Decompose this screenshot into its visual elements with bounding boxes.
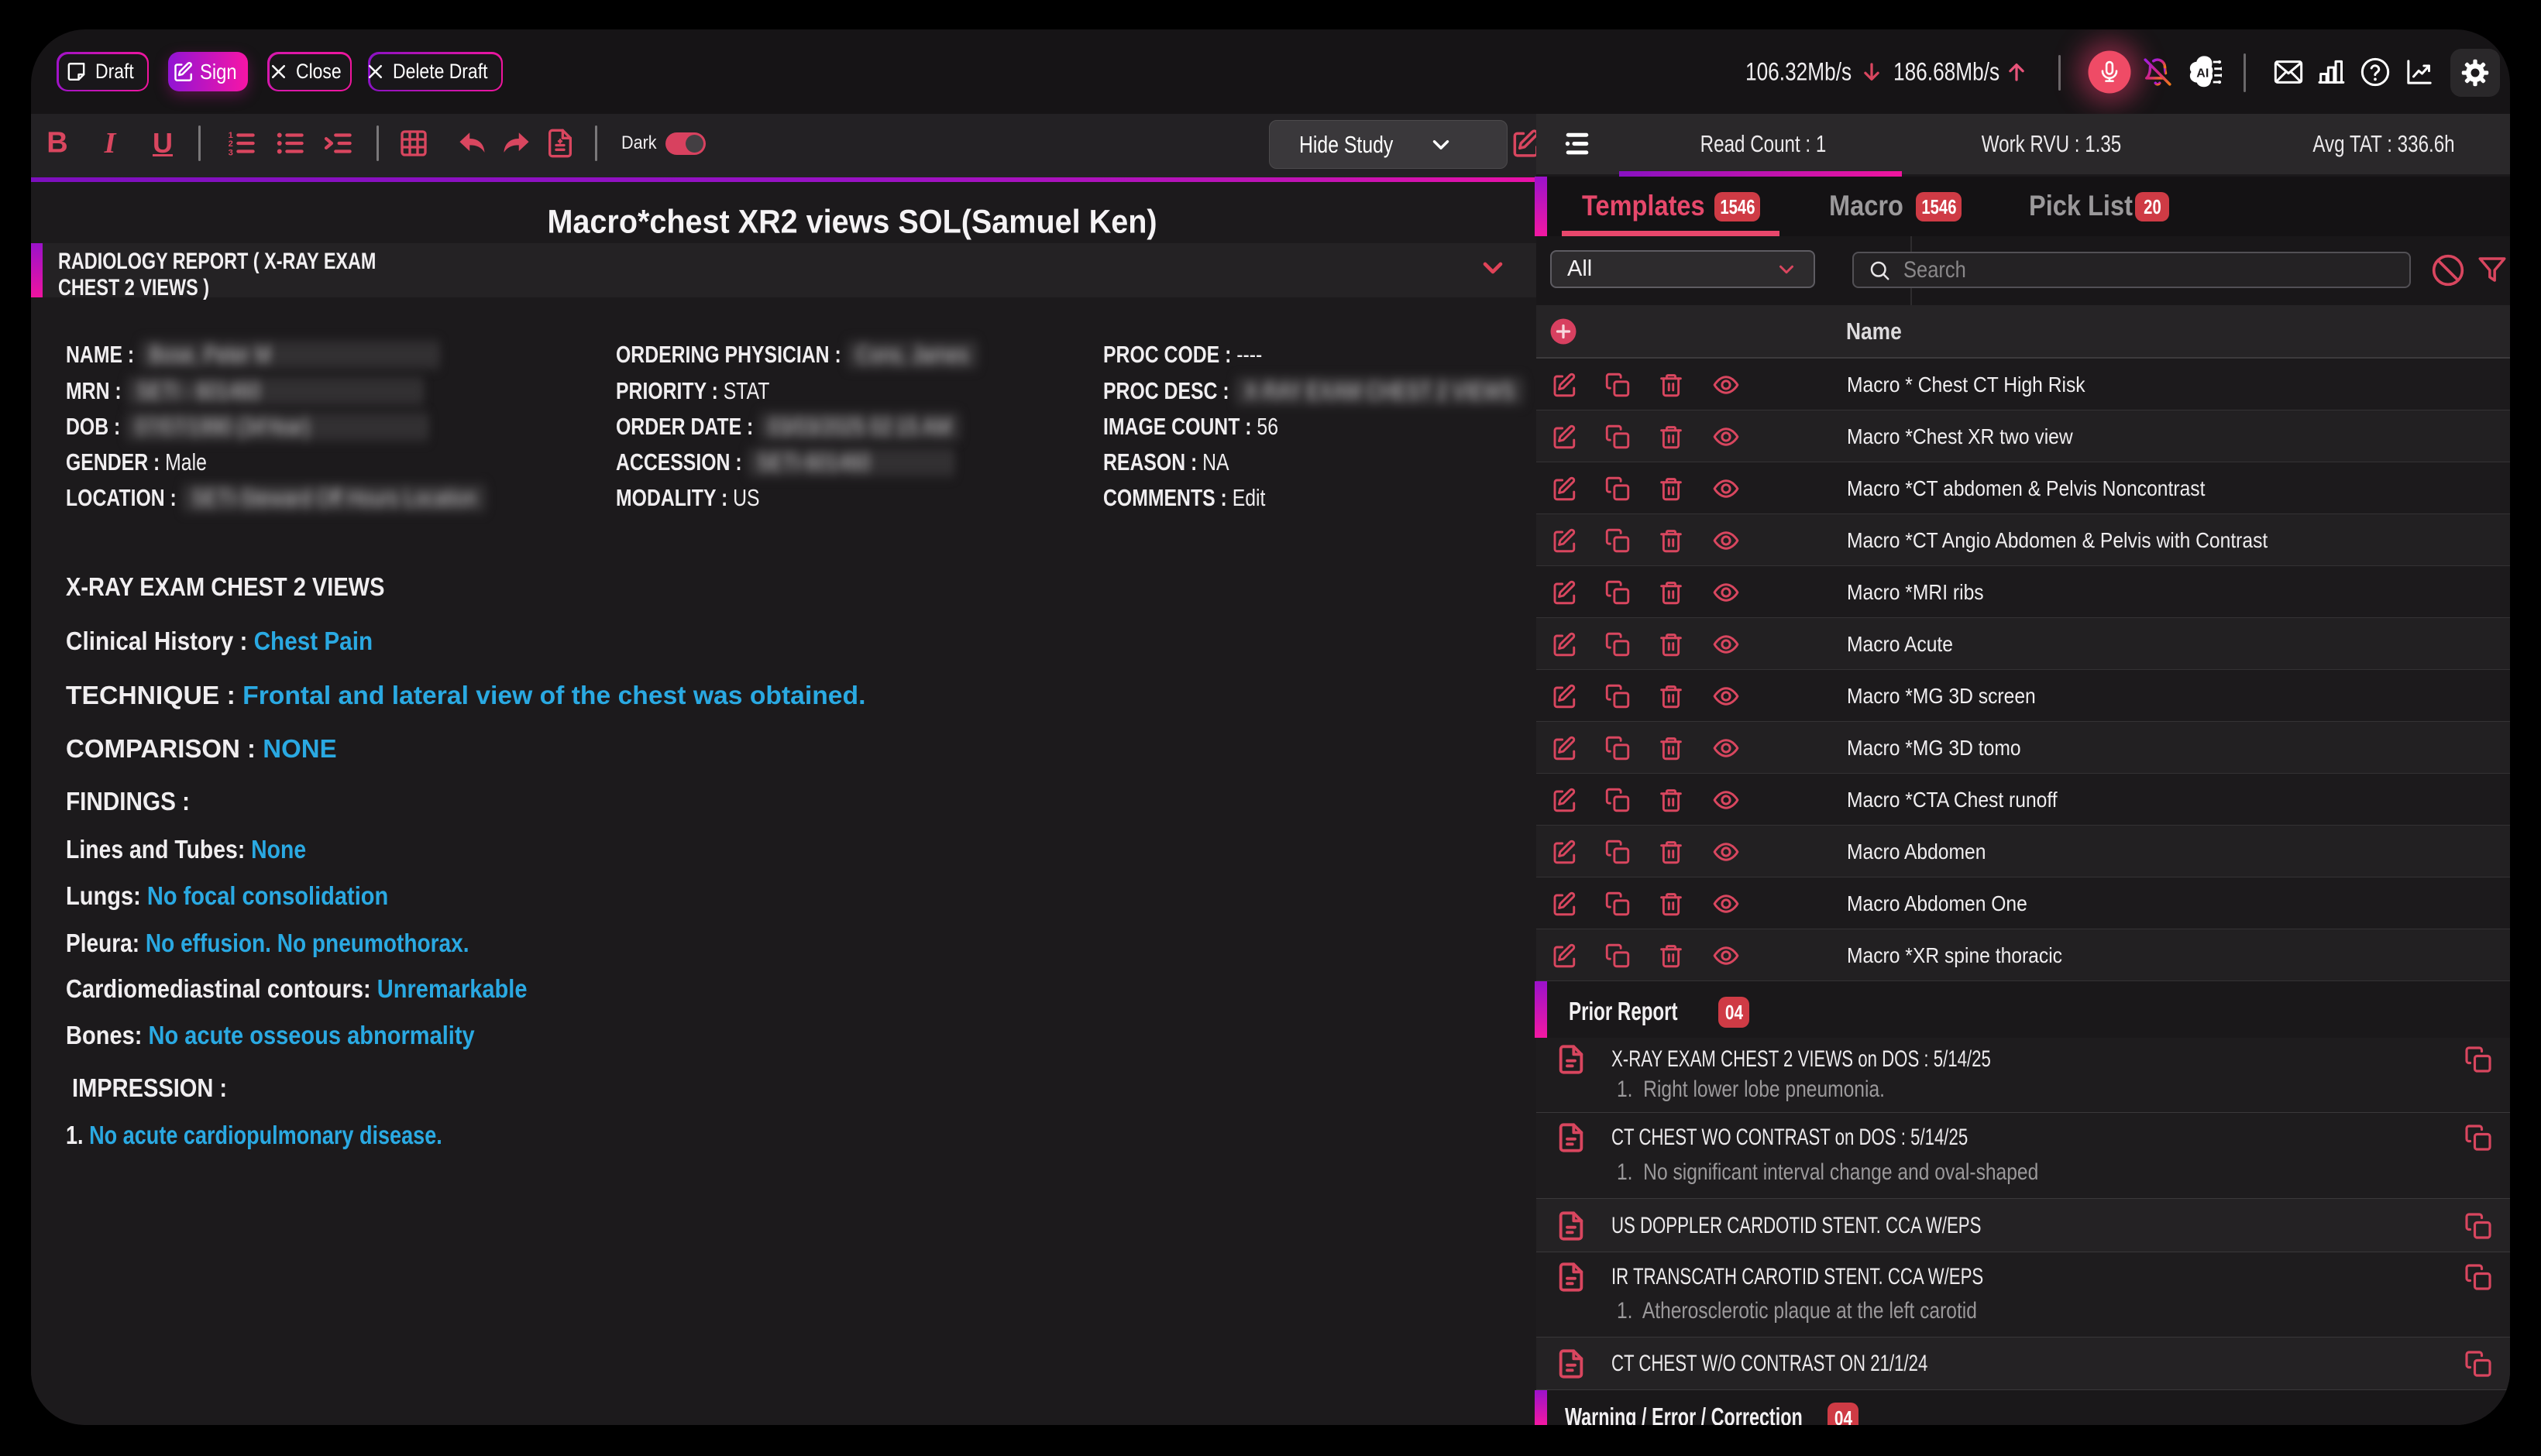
svg-text:AI: AI: [2196, 67, 2209, 81]
svg-text:2: 2: [229, 139, 233, 149]
svg-text:3: 3: [229, 148, 233, 157]
svg-text:1: 1: [229, 131, 233, 140]
